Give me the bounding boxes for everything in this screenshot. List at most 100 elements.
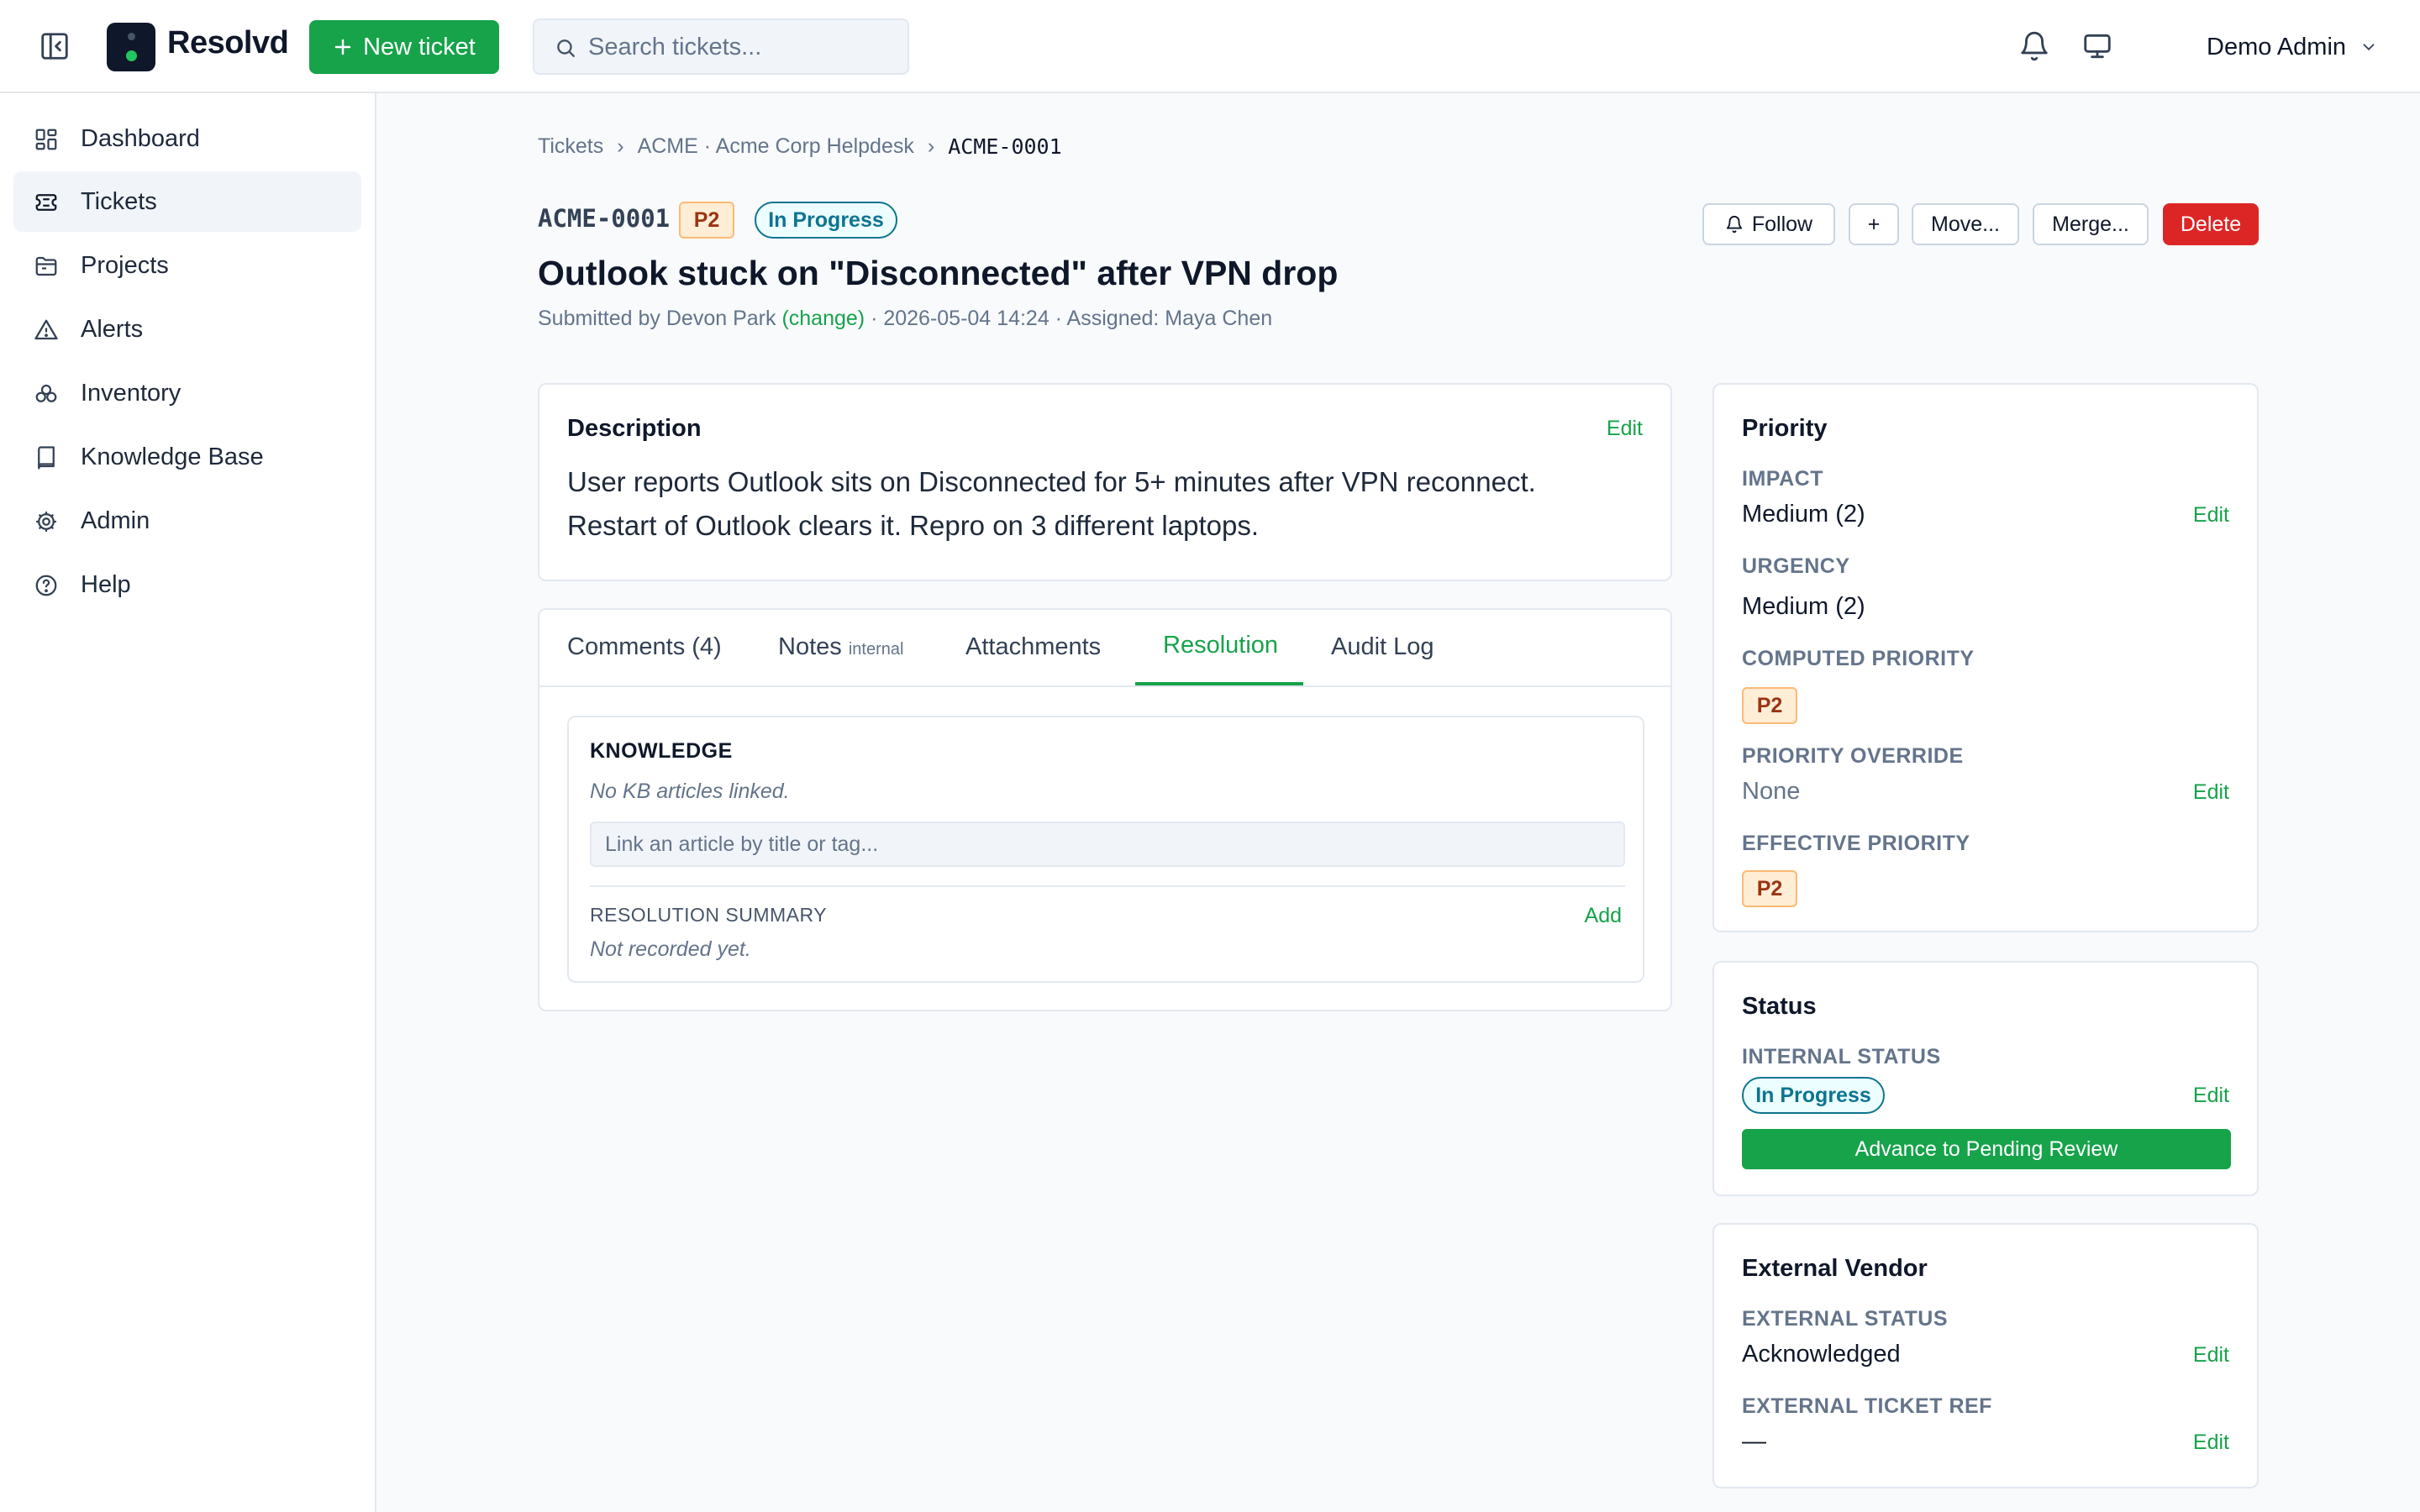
sidebar-item-dashboard[interactable]: Dashboard: [13, 108, 361, 169]
internal-status-edit-link[interactable]: Edit: [2193, 1084, 2229, 1108]
effective-priority-label: EFFECTIVE PRIORITY: [1742, 832, 1970, 855]
resolution-summary-add-link[interactable]: Add: [1585, 904, 1622, 928]
tab-comments[interactable]: Comments (4): [567, 633, 722, 661]
sidebar-item-admin[interactable]: Admin: [13, 491, 361, 551]
sidebar-item-help[interactable]: Help: [13, 554, 361, 615]
delete-button[interactable]: Delete: [2163, 203, 2259, 245]
user-name: Demo Admin: [2207, 33, 2347, 60]
tab-resolution[interactable]: Resolution: [1163, 632, 1278, 659]
ticket-id: ACME-0001: [538, 204, 671, 233]
divider: [590, 885, 1625, 887]
resolution-panel: KNOWLEDGE No KB articles linked. RESOLUT…: [567, 716, 1644, 983]
breadcrumb-separator: ›: [927, 134, 935, 158]
priority-override-label: PRIORITY OVERRIDE: [1742, 744, 1964, 768]
link-article-input[interactable]: [590, 822, 1625, 867]
sidebar-item-label: Alerts: [81, 315, 144, 343]
tab-audit-log[interactable]: Audit Log: [1331, 633, 1434, 661]
effective-priority-badge: P2: [1742, 870, 1797, 907]
internal-status-badge: In Progress: [1742, 1077, 1885, 1114]
merge-button[interactable]: Merge...: [2033, 203, 2149, 245]
user-menu[interactable]: Demo Admin: [2207, 30, 2378, 64]
external-vendor-card: External Vendor EXTERNAL STATUS Acknowle…: [1712, 1223, 2259, 1488]
submitted-by: Submitted by Devon Park: [538, 307, 776, 330]
sidebar-item-label: Admin: [81, 507, 150, 534]
sidebar-toggle-icon[interactable]: [39, 30, 71, 62]
knowledge-empty-text: No KB articles linked.: [590, 780, 790, 803]
external-ref-edit-link[interactable]: Edit: [2193, 1431, 2229, 1455]
breadcrumb-separator: ›: [617, 134, 624, 158]
bell-icon: [1726, 216, 1743, 234]
status-title: Status: [1742, 993, 1817, 1020]
priority-card: Priority IMPACT Medium (2) Edit URGENCY …: [1712, 383, 2259, 932]
sidebar-item-inventory[interactable]: Inventory: [13, 363, 361, 423]
sidebar-item-label: Tickets: [81, 187, 157, 215]
description-edit-link[interactable]: Edit: [1607, 417, 1643, 441]
external-status-edit-link[interactable]: Edit: [2193, 1343, 2229, 1368]
tab-notes-label: Notes: [778, 633, 842, 660]
tab-bar: Comments (4) Notes internal Attachments …: [539, 610, 1670, 687]
breadcrumb-project[interactable]: ACME · Acme Corp Helpdesk: [638, 134, 914, 159]
description-card: Description Edit User reports Outlook si…: [538, 383, 1672, 581]
bell-icon[interactable]: [2018, 30, 2050, 64]
book-icon: [38, 446, 55, 470]
search-icon: [557, 39, 575, 57]
change-submitter-link[interactable]: (change): [781, 307, 865, 330]
breadcrumb: Tickets › ACME · Acme Corp Helpdesk › AC…: [538, 134, 1062, 159]
description-title: Description: [567, 415, 702, 442]
monitor-icon[interactable]: [2081, 30, 2115, 64]
move-button[interactable]: Move...: [1912, 203, 2019, 245]
gear-icon: [36, 512, 56, 532]
dashboard-icon: [35, 129, 57, 150]
sidebar-item-label: Projects: [81, 251, 169, 279]
priority-badge: P2: [679, 202, 734, 239]
sidebar-item-label: Inventory: [81, 379, 182, 407]
priority-override-edit-link[interactable]: Edit: [2193, 780, 2229, 805]
submitted-meta: · 2026-05-04 14:24 · Assigned: Maya Chen: [871, 307, 1273, 330]
sidebar-item-label: Knowledge Base: [81, 443, 264, 470]
sidebar-item-alerts[interactable]: Alerts: [13, 299, 361, 360]
breadcrumb-tickets[interactable]: Tickets: [538, 134, 603, 159]
external-ref-value: —: [1742, 1428, 1766, 1455]
tab-attachments[interactable]: Attachments: [965, 633, 1101, 661]
tab-notes[interactable]: Notes internal: [778, 633, 903, 661]
urgency-label: URGENCY: [1742, 554, 1850, 578]
sidebar-item-label: Dashboard: [81, 124, 200, 152]
alert-triangle-icon: [34, 319, 58, 340]
add-button[interactable]: +: [1849, 203, 1899, 245]
search-box: [533, 18, 909, 75]
impact-edit-link[interactable]: Edit: [2193, 503, 2229, 528]
follow-label: Follow: [1751, 212, 1813, 236]
urgency-value: Medium (2): [1742, 593, 1865, 620]
status-badge: In Progress: [755, 202, 897, 239]
computed-priority-badge: P2: [1742, 687, 1797, 724]
brand-name: Resolvd: [167, 25, 289, 60]
follow-button[interactable]: Follow: [1702, 203, 1835, 245]
new-ticket-button[interactable]: New ticket: [309, 20, 499, 74]
tab-notes-tag: internal: [848, 640, 904, 659]
folder-icon: [35, 256, 57, 276]
search-input[interactable]: [588, 29, 891, 66]
breadcrumb-current: ACME-0001: [948, 134, 1062, 159]
ticket-icon: [35, 194, 57, 211]
description-body: User reports Outlook sits on Disconnecte…: [567, 466, 1536, 541]
external-ref-label: EXTERNAL TICKET REF: [1742, 1394, 1992, 1418]
sidebar: Dashboard Tickets Projects Alerts Invent…: [0, 93, 376, 1512]
impact-label: IMPACT: [1742, 467, 1823, 491]
resolution-summary-empty: Not recorded yet.: [590, 937, 751, 961]
priority-title: Priority: [1742, 415, 1828, 442]
advance-status-button[interactable]: Advance to Pending Review: [1742, 1129, 2231, 1169]
help-circle-icon: [35, 575, 57, 596]
logo-icon: [107, 23, 155, 71]
status-card: Status INTERNAL STATUS In Progress Edit …: [1712, 961, 2259, 1196]
internal-status-label: INTERNAL STATUS: [1742, 1045, 1941, 1068]
sidebar-item-label: Help: [81, 570, 131, 598]
sidebar-item-tickets[interactable]: Tickets: [13, 171, 361, 232]
sidebar-item-projects[interactable]: Projects: [13, 235, 361, 296]
chevron-down-icon: [2363, 44, 2375, 51]
external-vendor-title: External Vendor: [1742, 1255, 1928, 1282]
top-bar: Resolvd New ticket Demo Admin: [0, 0, 2420, 93]
inventory-icon: [35, 384, 57, 402]
priority-override-value: None: [1742, 778, 1801, 805]
sidebar-item-knowledge-base[interactable]: Knowledge Base: [13, 427, 361, 487]
tabs-card: Comments (4) Notes internal Attachments …: [538, 608, 1672, 1011]
